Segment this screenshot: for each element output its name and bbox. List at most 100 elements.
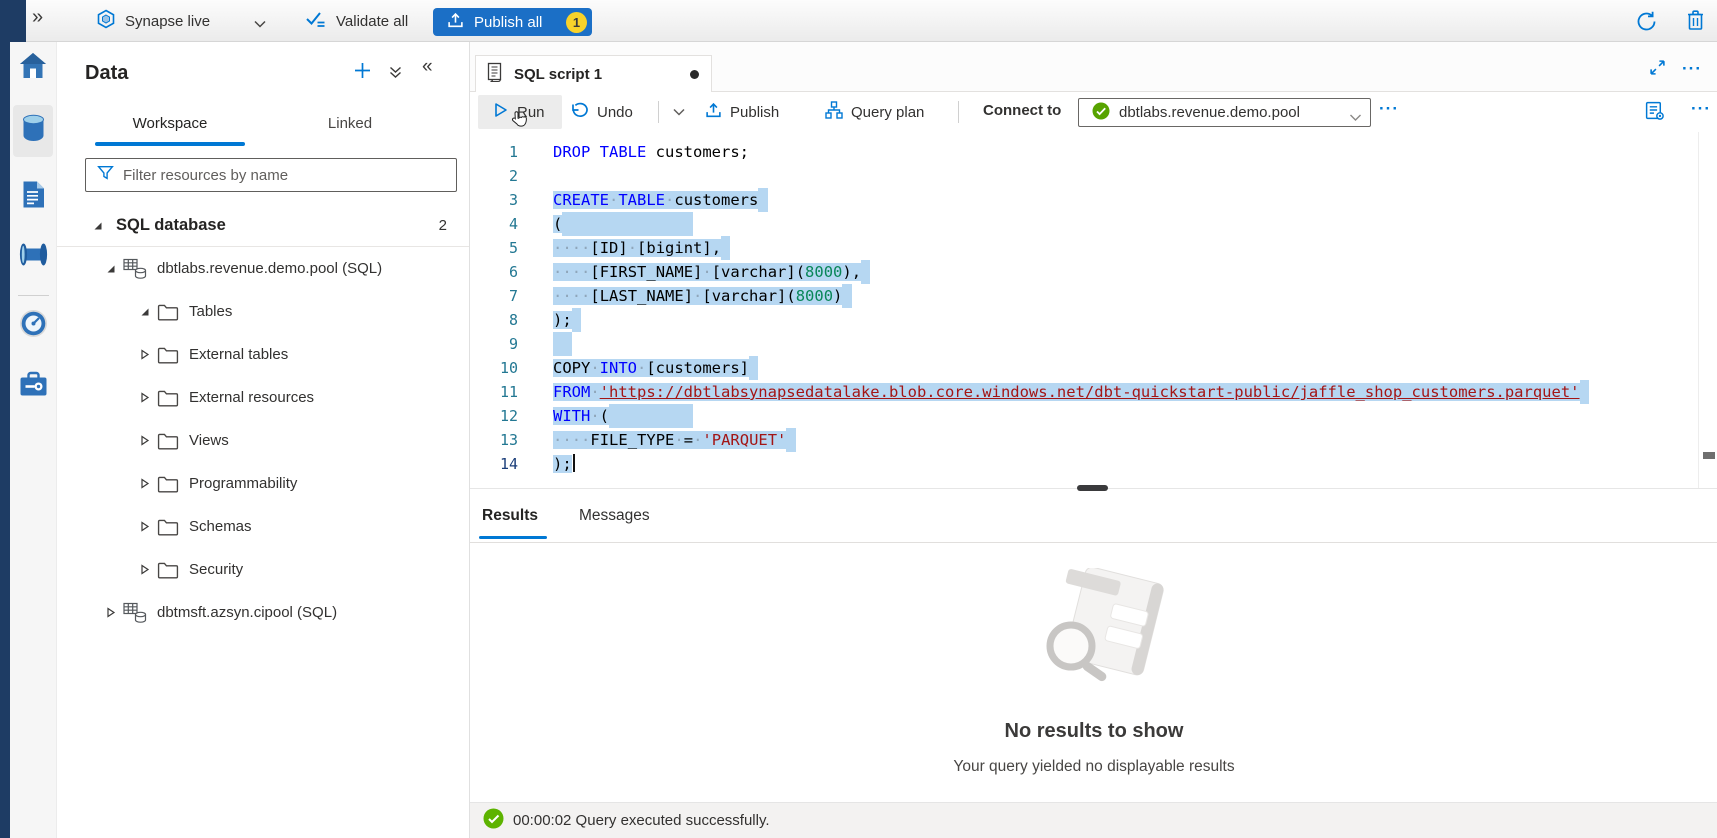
caret-collapsed-icon[interactable] [137,478,151,489]
tab-title: SQL script 1 [514,66,602,83]
code-line-8: ); [553,308,1589,332]
caret-collapsed-icon[interactable] [103,607,117,618]
tree-item-dbtmsft-azsyn-cipool-sql-[interactable]: dbtmsft.azsyn.cipool (SQL) [57,591,469,634]
data-panel: Data « WorkspaceLinked SQL database2dbtl… [57,42,469,838]
undo-icon [570,102,589,123]
tree-item-dbtlabs-revenue-demo-pool-sql-[interactable]: dbtlabs.revenue.demo.pool (SQL) [57,247,469,290]
data-icon [20,114,47,149]
filter-input[interactable] [123,167,448,184]
toolbar-more-button[interactable]: ··· [1379,100,1399,117]
refresh-button[interactable] [1635,10,1658,36]
nav-item-manage[interactable] [13,360,53,412]
code-line-12: WITH·( [553,404,1589,428]
discard-trash-button[interactable] [1685,9,1706,35]
tree-item-views[interactable]: Views [57,419,469,462]
tree-item-programmability[interactable]: Programmability [57,462,469,505]
folder-icon [157,303,179,321]
publish-all-label: Publish all [474,14,542,31]
editor-scrollbar[interactable] [1698,132,1699,488]
collapse-panel-button[interactable]: « [422,56,433,78]
code-line-2 [553,164,1589,188]
connection-dropdown[interactable]: dbtlabs.revenue.demo.pool [1078,98,1371,127]
expand-editor-icon[interactable] [1649,59,1666,79]
connected-check-icon [1092,102,1110,124]
code-line-9 [553,332,1589,356]
toolbar-overflow-button[interactable]: ··· [1691,100,1711,117]
nav-item-data[interactable] [13,105,53,157]
connect-to-label: Connect to [983,102,1061,119]
validate-all-button[interactable]: Validate all [305,0,408,42]
caret-expanded-icon[interactable] [90,220,104,231]
tree-item-label: Views [189,432,229,449]
line-number: 5 [470,236,518,260]
caret-expanded-icon[interactable] [103,263,117,274]
tab-results[interactable]: Results [482,500,538,532]
connection-value: dbtlabs.revenue.demo.pool [1119,104,1300,121]
tab-more-button[interactable]: ··· [1682,60,1702,77]
tree-item-label: SQL database [116,216,226,235]
tree-item-external-resources[interactable]: External resources [57,376,469,419]
caret-expanded-icon[interactable] [137,306,151,317]
tab-linked[interactable]: Linked [280,106,420,142]
undo-button[interactable]: Undo [570,95,633,129]
tree-item-sql-database[interactable]: SQL database2 [57,204,469,247]
tab-workspace[interactable]: Workspace [95,106,245,142]
add-resource-button[interactable] [353,61,372,83]
nav-item-develop[interactable] [13,171,53,223]
properties-icon[interactable] [1644,100,1665,124]
tab-sql-script-1[interactable]: SQL script 1 [475,55,712,93]
chevron-down-icon[interactable] [253,16,267,34]
tree-item-security[interactable]: Security [57,548,469,591]
tree-item-label: dbtmsft.azsyn.cipool (SQL) [157,604,337,621]
code-line-10: COPY·INTO·[customers] [553,356,1589,380]
run-options-chevron[interactable] [668,95,690,129]
nav-item-home[interactable] [13,42,53,94]
expand-panel-button[interactable]: » [32,6,41,29]
nav-item-integrate[interactable] [13,231,53,283]
status-bar: 00:00:02 Query executed successfully. [470,802,1717,838]
publish-all-button[interactable]: Publish all 1 [433,8,592,36]
tree-item-label: External resources [189,389,314,406]
line-number: 13 [470,428,518,452]
code-line-5: ····[ID]·[bigint], [553,236,1589,260]
tree-item-label: dbtlabs.revenue.demo.pool (SQL) [157,260,382,277]
mode-selector[interactable]: Synapse live [96,0,210,42]
scrollbar-thumb[interactable] [1703,452,1715,459]
expand-all-icon[interactable] [388,65,403,83]
tree-item-schemas[interactable]: Schemas [57,505,469,548]
tree-item-tables[interactable]: Tables [57,290,469,333]
folder-icon [157,346,179,364]
undo-label: Undo [597,104,633,121]
unsaved-dot-icon [690,70,699,79]
query-plan-button[interactable]: Query plan [825,95,924,129]
line-number: 11 [470,380,518,404]
code-line-1: DROP TABLE customers; [553,140,1589,164]
editor-gutter: 1234567891011121314 [470,140,518,476]
publish-button[interactable]: Publish [705,95,779,129]
caret-collapsed-icon[interactable] [137,349,151,360]
tree-item-label: Schemas [189,518,252,535]
caret-collapsed-icon[interactable] [137,521,151,532]
validate-label: Validate all [336,13,408,30]
mode-label: Synapse live [125,13,210,30]
sql-pool-icon [123,601,147,624]
sql-code-editor[interactable]: 1234567891011121314 DROP TABLE customers… [470,132,1717,488]
sql-pool-icon [123,257,147,280]
play-icon [493,102,509,122]
status-message: 00:00:02 Query executed successfully. [513,812,770,829]
line-number: 2 [470,164,518,188]
folder-icon [157,432,179,450]
caret-collapsed-icon[interactable] [137,435,151,446]
tree-item-external-tables[interactable]: External tables [57,333,469,376]
nav-strip [0,0,10,838]
caret-collapsed-icon[interactable] [137,392,151,403]
tab-messages[interactable]: Messages [579,500,650,532]
nav-item-monitor[interactable] [13,300,53,352]
caret-collapsed-icon[interactable] [137,564,151,575]
validate-check-icon [305,9,327,33]
line-number: 7 [470,284,518,308]
tree-item-label: External tables [189,346,288,363]
main-pane: SQL script 1 ··· Run Undo Publish [469,42,1717,838]
active-tab-underline [479,536,547,539]
tree-item-label: Security [189,561,243,578]
